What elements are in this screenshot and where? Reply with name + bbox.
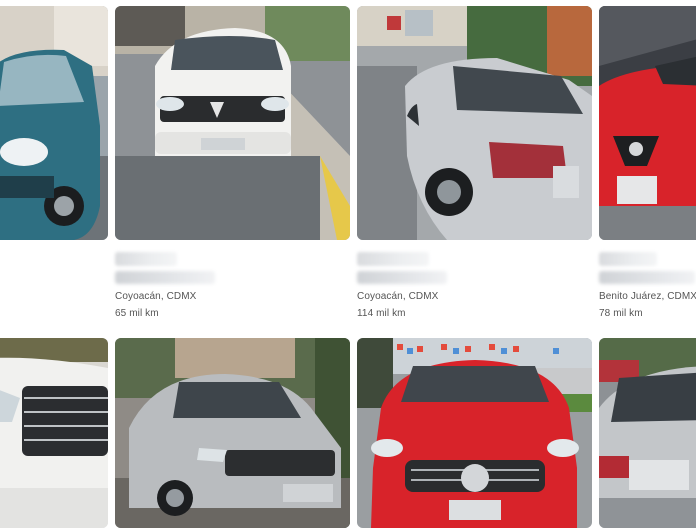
listing-photo[interactable] [0, 338, 108, 528]
listings-grid: Coyoacán, CDMX 65 mil km Coyoacán, CDMX … [0, 0, 696, 528]
title-redacted [357, 271, 447, 284]
price-redacted [115, 252, 177, 266]
listing-photo[interactable] [0, 6, 108, 240]
title-redacted [115, 271, 215, 284]
listing-location: Coyoacán, CDMX [357, 291, 439, 302]
listing-mileage: 114 mil km [357, 308, 406, 319]
listing-photo[interactable] [115, 6, 350, 240]
price-redacted [599, 252, 657, 266]
listing-photo[interactable] [357, 6, 592, 240]
listing-photo[interactable] [115, 338, 350, 528]
listing-location: Coyoacán, CDMX [115, 291, 197, 302]
listing-mileage: 78 mil km [599, 308, 643, 319]
price-redacted [357, 252, 429, 266]
listing-location: Benito Juárez, CDMX [599, 291, 696, 302]
title-redacted [599, 271, 695, 284]
listing-photo[interactable] [599, 338, 696, 528]
listing-photo[interactable] [599, 6, 696, 240]
listing-photo[interactable] [357, 338, 592, 528]
listing-mileage: 65 mil km [115, 308, 159, 319]
